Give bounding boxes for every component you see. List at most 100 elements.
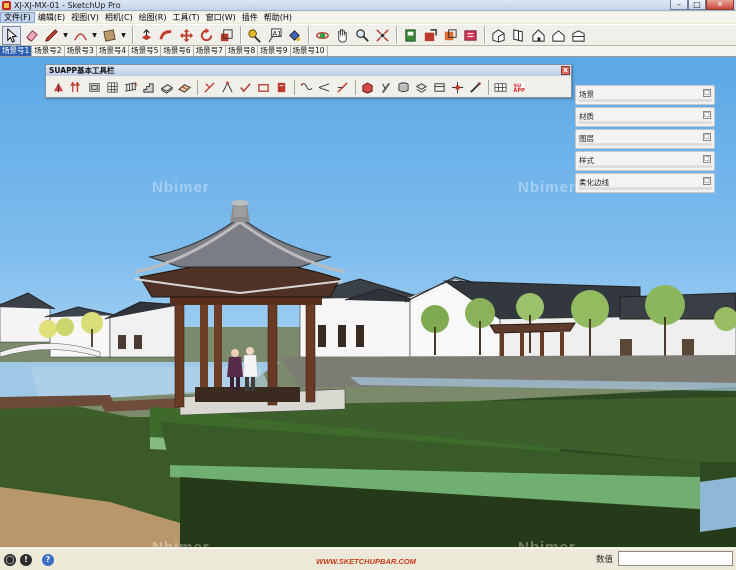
scene-tab-7[interactable]: 场景号7 xyxy=(194,46,226,56)
suapp-title-bar[interactable]: SUAPP基本工具栏 x xyxy=(46,65,571,76)
rotate-tool-button[interactable] xyxy=(197,26,216,45)
scene-tab-2[interactable]: 场景号2 xyxy=(32,46,65,56)
suapp-stair-button[interactable] xyxy=(140,79,156,95)
suapp-offset-button[interactable] xyxy=(86,79,102,95)
suapp-logo-button[interactable]: SU APP xyxy=(510,79,526,95)
scene-tab-6[interactable]: 场景号6 xyxy=(161,46,194,56)
text-tool-button[interactable]: A1 xyxy=(265,26,284,45)
arc-tool-button[interactable] xyxy=(71,26,90,45)
scene-tab-4[interactable]: 场景号4 xyxy=(97,46,130,56)
suapp-wall-button[interactable] xyxy=(50,79,66,95)
tray-panel-soften-edges[interactable]: 柔化边线 □ xyxy=(575,173,715,193)
window-controls: – □ ✕ xyxy=(670,0,734,10)
suapp-close-button[interactable]: x xyxy=(561,66,570,75)
orbit-tool-button[interactable] xyxy=(313,26,332,45)
suapp-measure-button[interactable] xyxy=(467,79,483,95)
minimize-button[interactable]: – xyxy=(670,0,688,10)
scene-tab-5[interactable]: 场景号5 xyxy=(129,46,162,56)
share-component-button[interactable] xyxy=(441,26,460,45)
get-models-button[interactable] xyxy=(401,26,420,45)
suapp-weld-button[interactable] xyxy=(316,79,332,95)
suapp-slab-button[interactable] xyxy=(158,79,174,95)
suapp-sketch-button[interactable] xyxy=(255,79,271,95)
geo-location-icon[interactable]: ◯ xyxy=(4,553,16,566)
scene-tab-9[interactable]: 场景号9 xyxy=(258,46,291,56)
tray-expand-scenes-button[interactable]: □ xyxy=(703,89,711,97)
tray-panel-materials[interactable]: 材质 □ xyxy=(575,107,715,127)
tray-panel-scenes[interactable]: 场景 □ xyxy=(575,85,715,105)
suapp-board-button[interactable] xyxy=(176,79,192,95)
push-pull-tool-button[interactable] xyxy=(137,26,156,45)
share-component-icon xyxy=(444,28,457,40)
suapp-pin-button[interactable] xyxy=(449,79,465,95)
suapp-cylinder-button[interactable] xyxy=(395,79,411,95)
suapp-extrude-button[interactable] xyxy=(273,79,289,95)
tray-expand-layers-button[interactable]: □ xyxy=(703,133,711,141)
menu-help[interactable]: 帮助(H) xyxy=(261,12,295,23)
arc-dropdown-arrow[interactable]: ▼ xyxy=(91,26,98,45)
zoom-tool-button[interactable] xyxy=(353,26,372,45)
pencil-dropdown-arrow[interactable]: ▼ xyxy=(62,26,69,45)
tray-panel-layers[interactable]: 图层 □ xyxy=(575,129,715,149)
rectangle-tool-button[interactable] xyxy=(100,26,119,45)
paint-bucket-icon xyxy=(289,29,301,41)
suapp-split-button[interactable] xyxy=(334,79,350,95)
suapp-stack-button[interactable] xyxy=(413,79,429,95)
select-tool-button[interactable] xyxy=(2,25,21,45)
menu-camera[interactable]: 相机(C) xyxy=(102,12,136,23)
menu-draw[interactable]: 绘图(R) xyxy=(136,12,170,23)
share-model-button[interactable] xyxy=(421,26,440,45)
suapp-line-tool-button[interactable] xyxy=(201,79,217,95)
suapp-pencil-button[interactable] xyxy=(377,79,393,95)
close-button[interactable]: ✕ xyxy=(706,0,734,10)
menu-tools[interactable]: 工具(T) xyxy=(170,12,203,23)
suapp-grid-button[interactable] xyxy=(104,79,120,95)
scene-tab-1[interactable]: 场景号1 xyxy=(0,46,33,56)
tape-measure-tool-button[interactable] xyxy=(245,26,264,45)
tray-expand-styles-button[interactable]: □ xyxy=(703,155,711,163)
watermark-url: WWW.SKETCHUPBAR.COM xyxy=(316,557,416,566)
scene-tab-3[interactable]: 场景号3 xyxy=(65,46,97,56)
tray-expand-materials-button[interactable]: □ xyxy=(703,111,711,119)
menu-view[interactable]: 视图(V) xyxy=(68,12,102,23)
follow-me-tool-button[interactable] xyxy=(157,26,176,45)
paint-bucket-tool-button[interactable] xyxy=(285,26,304,45)
menu-edit[interactable]: 编辑(E) xyxy=(35,12,68,23)
front-view-button[interactable] xyxy=(529,26,548,45)
scale-tool-button[interactable] xyxy=(217,26,236,45)
suapp-3d-text-button[interactable] xyxy=(492,79,508,95)
suapp-panel-button[interactable] xyxy=(431,79,447,95)
suapp-pushpull-button[interactable] xyxy=(68,79,84,95)
suapp-bezier-button[interactable] xyxy=(219,79,235,95)
scene-tab-10[interactable]: 场景号10 xyxy=(291,46,328,56)
right-view-button[interactable] xyxy=(549,26,568,45)
zoom-extents-tool-button[interactable] xyxy=(373,26,392,45)
stair-icon xyxy=(142,82,154,93)
menu-window[interactable]: 窗口(W) xyxy=(203,12,239,23)
credits-icon[interactable]: ! xyxy=(20,553,32,566)
menu-plugins[interactable]: 插件 xyxy=(239,12,261,23)
svg-text:APP: APP xyxy=(513,88,525,94)
suapp-curve-button[interactable] xyxy=(237,79,253,95)
pan-tool-button[interactable] xyxy=(333,26,352,45)
tray-panel-styles[interactable]: 样式 □ xyxy=(575,151,715,171)
shape-dropdown-arrow[interactable]: ▼ xyxy=(120,26,127,45)
menu-file[interactable]: 文件(F) xyxy=(0,12,35,23)
suapp-box-button[interactable] xyxy=(359,79,375,95)
iso-view-button[interactable] xyxy=(489,26,508,45)
maximize-button[interactable]: □ xyxy=(688,0,706,10)
tray-expand-soften-edges-button[interactable]: □ xyxy=(703,177,711,185)
eraser-tool-button[interactable] xyxy=(22,26,41,45)
scene-tab-8[interactable]: 场景号8 xyxy=(226,46,259,56)
suapp-spline-button[interactable] xyxy=(298,79,314,95)
instructor-help-icon[interactable]: ? xyxy=(42,553,54,566)
pencil-tool-button[interactable] xyxy=(42,26,61,45)
top-view-button[interactable] xyxy=(509,26,528,45)
move-tool-button[interactable] xyxy=(177,26,196,45)
suapp-railing-button[interactable] xyxy=(122,79,138,95)
railing-icon xyxy=(124,81,137,92)
back-view-button[interactable] xyxy=(569,26,588,45)
extension-warehouse-button[interactable] xyxy=(461,26,480,45)
suapp-floating-toolbar[interactable]: SUAPP基本工具栏 x SU APP xyxy=(45,64,572,98)
measurements-input[interactable] xyxy=(618,551,733,566)
